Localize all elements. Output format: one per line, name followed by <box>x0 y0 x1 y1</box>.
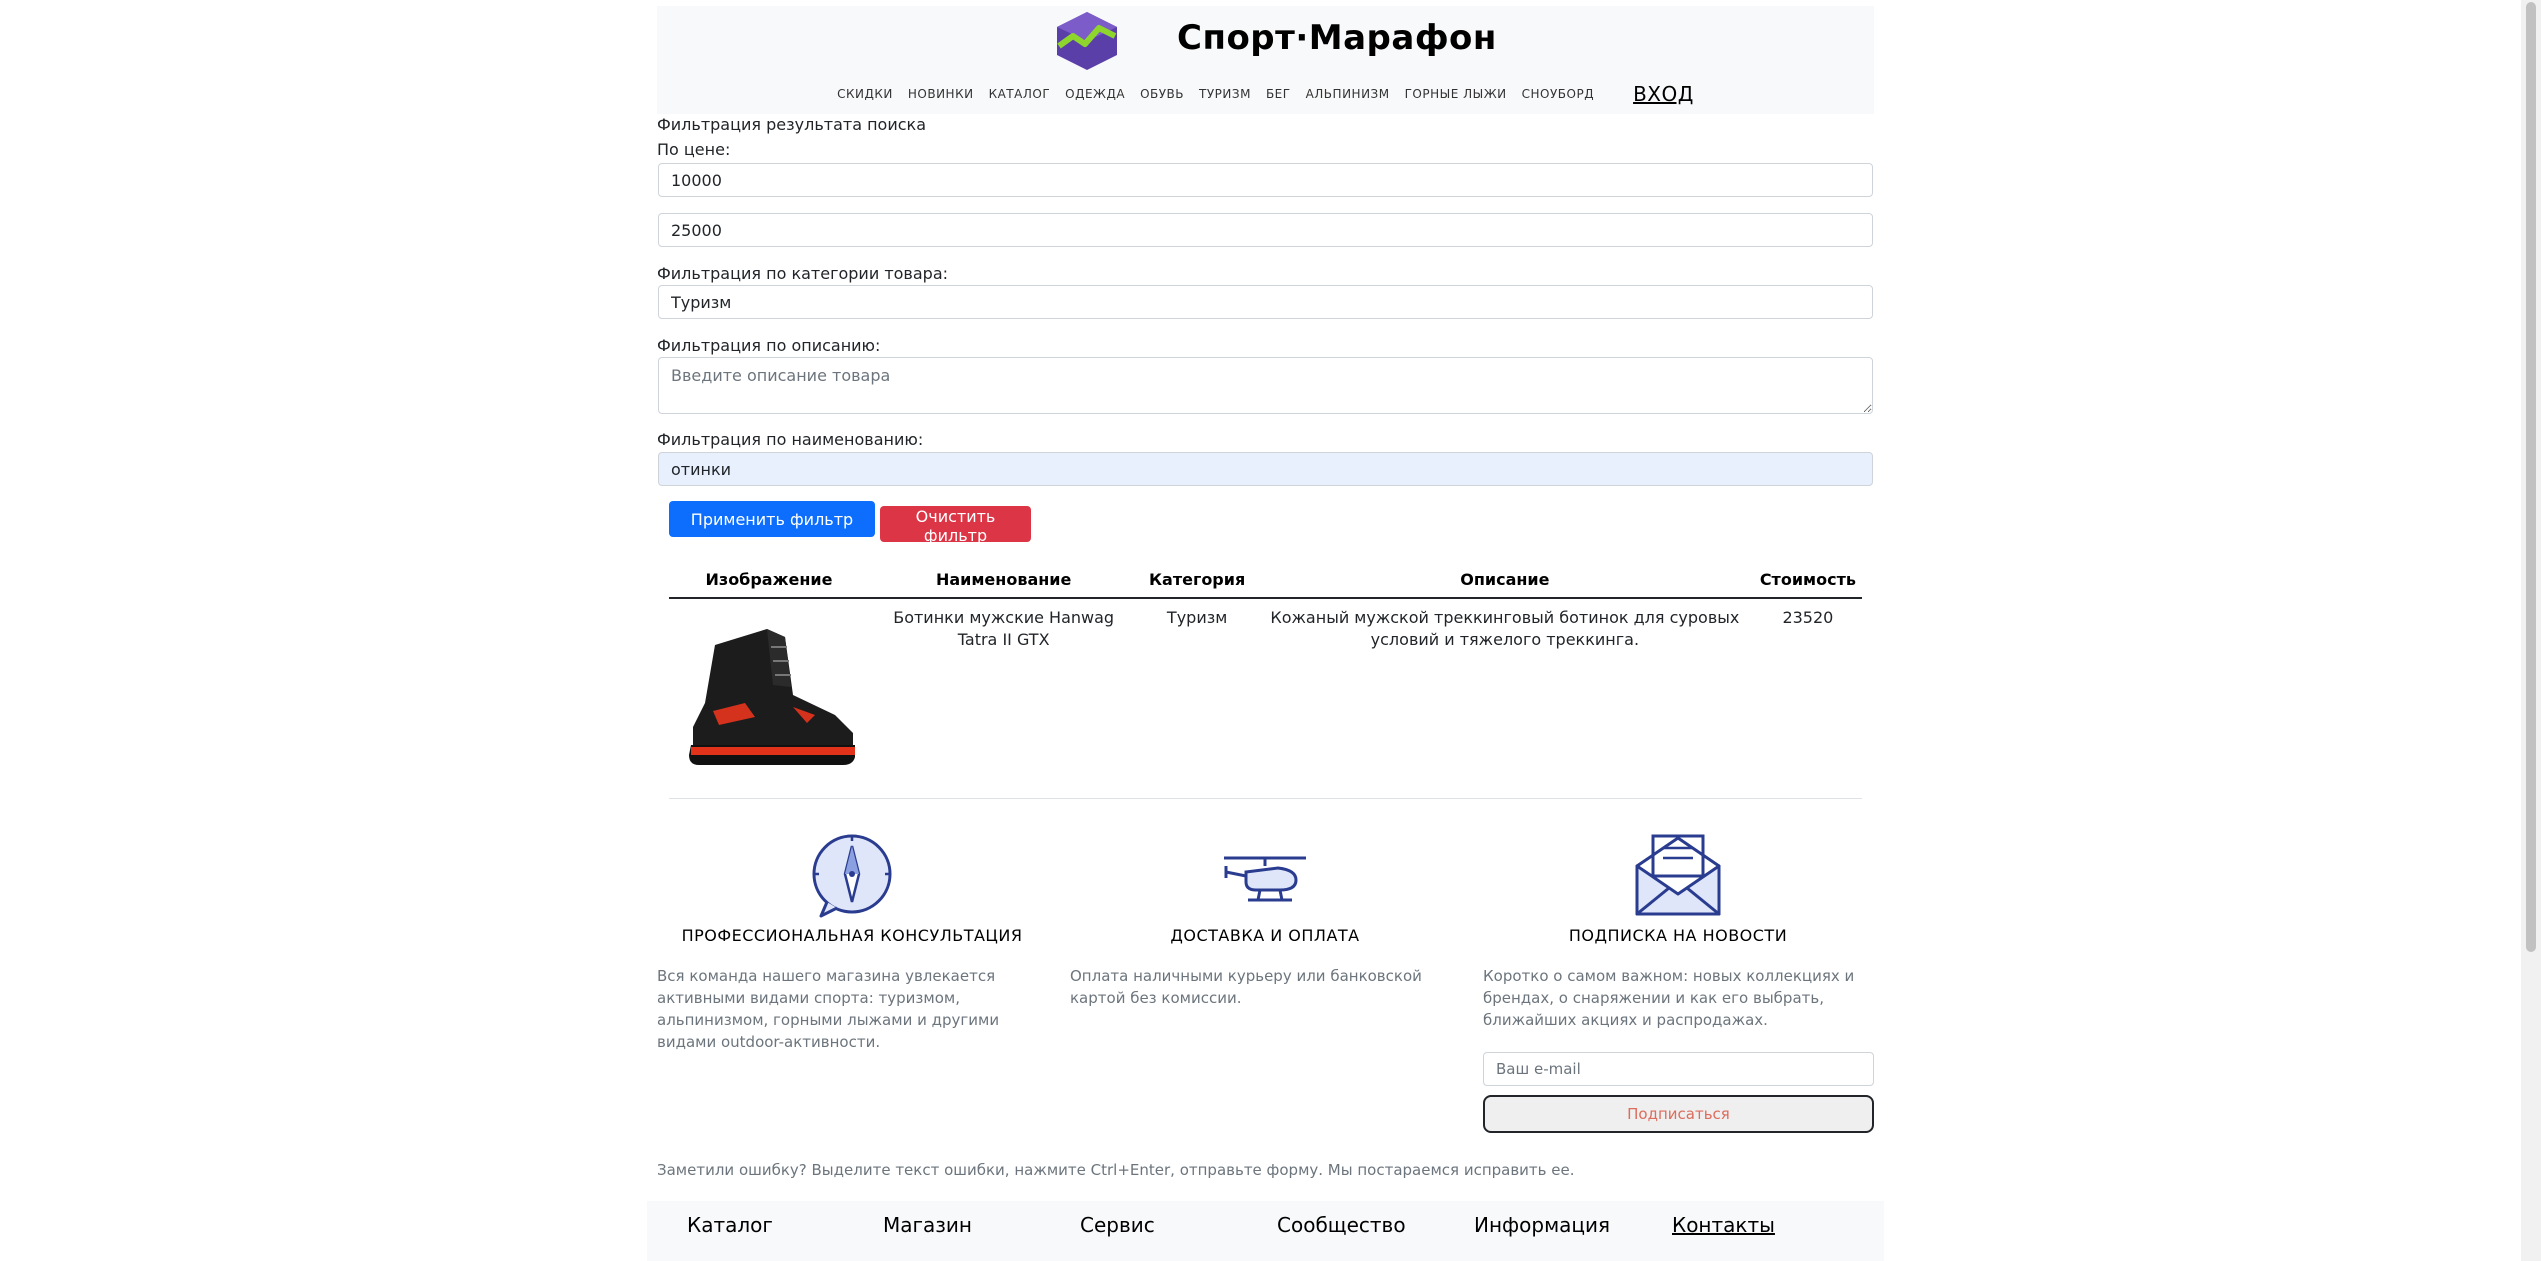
category-label: Фильтрация по категории товара: <box>657 264 949 283</box>
filter-title: Фильтрация результата поиска <box>657 115 926 134</box>
page-scrollbar[interactable] <box>2521 0 2541 1261</box>
nav-item-clothing[interactable]: ОДЕЖДА <box>1065 87 1125 101</box>
boot-image[interactable] <box>675 607 863 783</box>
clear-filter-button[interactable]: Очистить фильтр <box>880 506 1031 545</box>
nav-item-running[interactable]: БЕГ <box>1266 87 1291 101</box>
nav-item-alpinism[interactable]: АЛЬПИНИЗМ <box>1306 87 1390 101</box>
category-input[interactable] <box>658 285 1873 319</box>
site-header: Спорт·Марафон СКИДКИ НОВИНКИ КАТАЛОГ ОДЕ… <box>657 6 1874 114</box>
column-header-name: Наименование <box>869 561 1139 599</box>
main-nav: СКИДКИ НОВИНКИ КАТАЛОГ ОДЕЖДА ОБУВЬ ТУРИ… <box>657 82 1874 106</box>
product-price: 23520 <box>1753 598 1862 799</box>
name-input[interactable] <box>658 452 1873 486</box>
name-label: Фильтрация по наименованию: <box>657 430 924 449</box>
column-header-image: Изображение <box>669 561 869 599</box>
nav-item-catalog[interactable]: КАТАЛОГ <box>989 87 1051 101</box>
price-max-input[interactable] <box>658 213 1873 247</box>
nav-item-discounts[interactable]: СКИДКИ <box>837 87 893 101</box>
feature-subscription: ПОДПИСКА НА НОВОСТИ Коротко о самом важн… <box>1483 832 1873 1031</box>
nav-item-new[interactable]: НОВИНКИ <box>908 87 974 101</box>
product-category: Туризм <box>1138 598 1256 799</box>
footer-link-shop[interactable]: Магазин <box>883 1213 972 1237</box>
error-notice: Заметили ошибку? Выделите текст ошибки, … <box>657 1161 1575 1179</box>
subscribe-button[interactable]: Подписаться <box>1483 1095 1874 1133</box>
footer-link-info[interactable]: Информация <box>1474 1213 1610 1237</box>
nav-item-shoes[interactable]: ОБУВЬ <box>1140 87 1184 101</box>
description-label: Фильтрация по описанию: <box>657 336 881 355</box>
compass-chat-icon <box>812 834 892 918</box>
brand-name[interactable]: Спорт·Марафон <box>1177 18 1497 58</box>
price-min-input[interactable] <box>658 163 1873 197</box>
feature-text: Оплата наличными курьеру или банковской … <box>1070 967 1422 1007</box>
description-textarea[interactable] <box>658 357 1873 414</box>
scrollbar-thumb[interactable] <box>2526 2 2536 952</box>
envelope-icon <box>1635 834 1721 916</box>
login-link[interactable]: ВХОД <box>1633 82 1694 106</box>
table-header-row: Изображение Наименование Категория Описа… <box>669 561 1862 599</box>
feature-title: ДОСТАВКА И ОПЛАТА <box>1170 926 1360 945</box>
helicopter-icon <box>1224 856 1306 902</box>
column-header-price: Стоимость <box>1753 561 1862 599</box>
price-label: По цене: <box>657 140 731 159</box>
product-image-cell <box>669 598 869 799</box>
page: Спорт·Марафон СКИДКИ НОВИНКИ КАТАЛОГ ОДЕ… <box>0 0 2541 1261</box>
nav-item-ski[interactable]: ГОРНЫЕ ЛЫЖИ <box>1405 87 1507 101</box>
feature-delivery: ДОСТАВКА И ОПЛАТА Оплата наличными курье… <box>1070 832 1460 1009</box>
footer-link-service[interactable]: Сервис <box>1080 1213 1155 1237</box>
footer-link-catalog[interactable]: Каталог <box>687 1213 773 1237</box>
apply-filter-button[interactable]: Применить фильтр <box>669 501 875 537</box>
footer-link-contacts[interactable]: Контакты <box>1672 1213 1775 1237</box>
table-row[interactable]: Ботинки мужские Hanwag Tatra II GTX Тури… <box>669 598 1862 799</box>
email-field[interactable] <box>1483 1052 1874 1086</box>
product-name: Ботинки мужские Hanwag Tatra II GTX <box>869 598 1139 799</box>
feature-text: Коротко о самом важном: новых коллекциях… <box>1483 967 1855 1029</box>
feature-title: ПОДПИСКА НА НОВОСТИ <box>1568 926 1788 945</box>
footer-link-community[interactable]: Сообщество <box>1277 1213 1406 1237</box>
column-header-description: Описание <box>1255 561 1754 599</box>
nav-item-snowboard[interactable]: СНОУБОРД <box>1522 87 1594 101</box>
product-description: Кожаный мужской треккинговый ботинок для… <box>1255 598 1754 799</box>
feature-title: ПРОФЕССИОНАЛЬНАЯ КОНСУЛЬТАЦИЯ <box>681 926 1023 945</box>
nav-item-tourism[interactable]: ТУРИЗМ <box>1199 87 1251 101</box>
feature-consultation: ПРОФЕССИОНАЛЬНАЯ КОНСУЛЬТАЦИЯ Вся команд… <box>657 832 1047 1053</box>
column-header-category: Категория <box>1138 561 1256 599</box>
logo-icon[interactable] <box>1055 12 1119 70</box>
results-table: Изображение Наименование Категория Описа… <box>669 561 1862 799</box>
site-footer: Каталог Магазин Сервис Сообщество Информ… <box>647 1201 1884 1261</box>
feature-text: Вся команда нашего магазина увлекается а… <box>657 967 1000 1051</box>
